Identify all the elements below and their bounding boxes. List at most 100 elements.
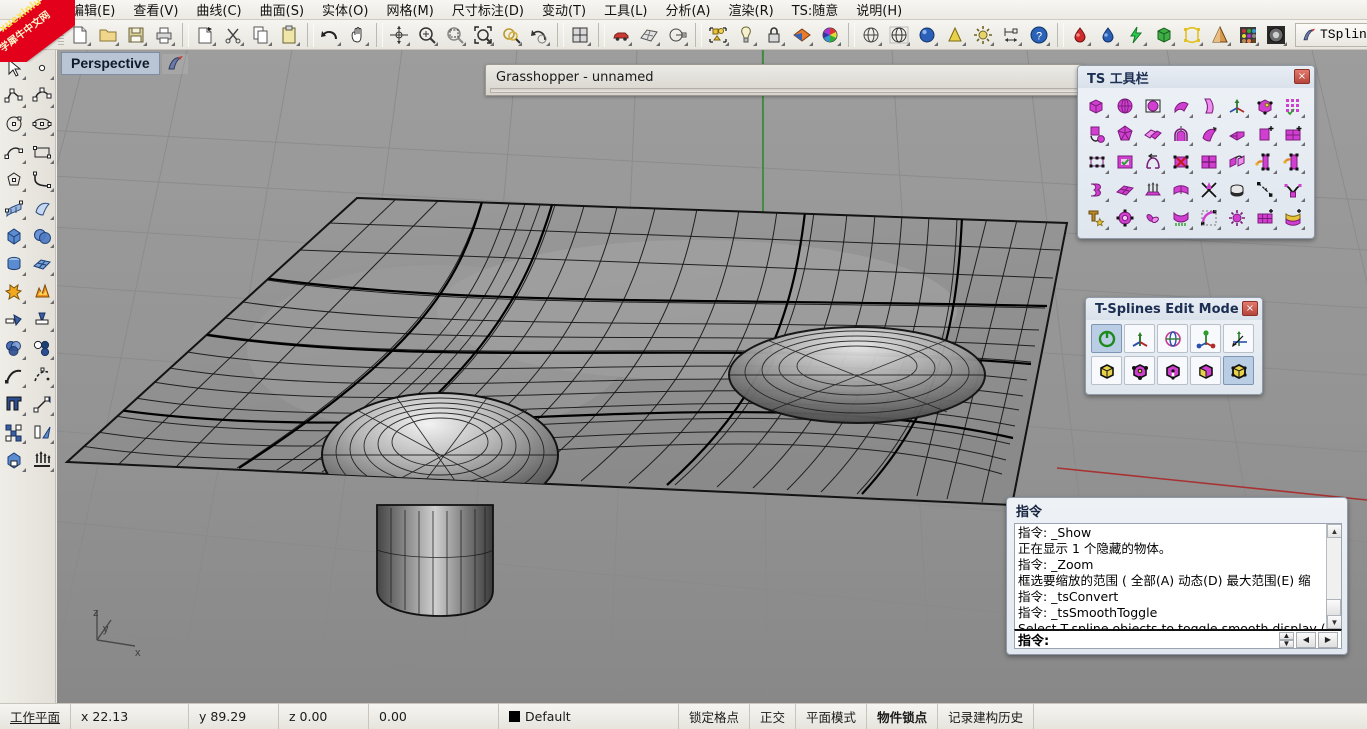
ts-convert-icon[interactable] bbox=[1083, 120, 1111, 148]
ts-sphere-manip-icon[interactable] bbox=[1157, 324, 1188, 353]
box-icon[interactable] bbox=[0, 222, 28, 250]
command-history[interactable]: 指令: _Show 正在显示 1 个隐藏的物体。 指令: _Zoom 框选要缩放的范围… bbox=[1014, 523, 1342, 630]
globe-grid-icon[interactable] bbox=[886, 22, 912, 48]
curve-blend-icon[interactable] bbox=[28, 166, 56, 194]
rectangle-icon[interactable] bbox=[28, 138, 56, 166]
menu-edit[interactable]: 编辑(E) bbox=[62, 0, 124, 20]
rhino-view-icon[interactable] bbox=[161, 53, 188, 74]
ts-fold-icon[interactable] bbox=[1223, 120, 1251, 148]
polygon-icon[interactable] bbox=[0, 166, 28, 194]
ts-toolbar-panel[interactable]: TS 工具栏 × bbox=[1077, 65, 1315, 239]
layer-color-icon[interactable] bbox=[789, 22, 815, 48]
select-objects-icon[interactable] bbox=[705, 22, 731, 48]
nav-next-icon[interactable]: ▶ bbox=[1318, 631, 1338, 648]
surface-cp-icon[interactable] bbox=[0, 194, 28, 222]
undo-view-icon[interactable] bbox=[526, 22, 552, 48]
spin-down-icon[interactable]: ▼ bbox=[1279, 639, 1294, 648]
toolbar-gripper[interactable] bbox=[58, 22, 64, 47]
pan-hand-icon[interactable] bbox=[345, 22, 371, 48]
ts-arch-icon[interactable] bbox=[1167, 120, 1195, 148]
status-history[interactable]: 记录建构历史 bbox=[938, 703, 1035, 729]
zoom-window-icon[interactable] bbox=[442, 22, 468, 48]
menu-transform[interactable]: 变动(T) bbox=[533, 0, 595, 20]
intersect-icon[interactable] bbox=[0, 334, 28, 362]
ts-gumball-axes-icon[interactable] bbox=[1124, 324, 1155, 353]
ts-dot-grid-icon[interactable] bbox=[1279, 92, 1307, 120]
ts-bridge-icon[interactable] bbox=[1139, 148, 1167, 176]
ts-add-section-icon[interactable] bbox=[1279, 204, 1307, 232]
blue-drop-icon[interactable] bbox=[1095, 22, 1121, 48]
ts-pull-icon[interactable] bbox=[1279, 176, 1307, 204]
ts-weld-right-icon[interactable] bbox=[1279, 148, 1307, 176]
ts-delete-points-icon[interactable] bbox=[1167, 148, 1195, 176]
ts-sweep-icon[interactable] bbox=[1195, 120, 1223, 148]
ts-box-object-icon[interactable] bbox=[1223, 356, 1254, 385]
surface-sweep-icon[interactable] bbox=[28, 194, 56, 222]
menu-dimension[interactable]: 尺寸标注(D) bbox=[443, 0, 533, 20]
ts-extrude-wall-icon[interactable] bbox=[1139, 176, 1167, 204]
ts-snap-icon[interactable] bbox=[1251, 176, 1279, 204]
menu-mesh[interactable]: 网格(M) bbox=[377, 0, 442, 20]
ts-thicken-icon[interactable] bbox=[1223, 148, 1251, 176]
split-icon[interactable] bbox=[28, 306, 56, 334]
ts-quad-icon[interactable] bbox=[1195, 148, 1223, 176]
ts-box-vertex-icon[interactable] bbox=[1124, 356, 1155, 385]
cylinder-icon[interactable] bbox=[0, 250, 28, 278]
ts-axis-icon[interactable] bbox=[1223, 92, 1251, 120]
zoom-extents-icon[interactable] bbox=[470, 22, 496, 48]
polyline-icon[interactable] bbox=[0, 82, 28, 110]
circle-icon[interactable] bbox=[0, 110, 28, 138]
ts-weld-left-icon[interactable] bbox=[1251, 148, 1279, 176]
new-file-icon[interactable] bbox=[67, 22, 93, 48]
lock-icon[interactable] bbox=[761, 22, 787, 48]
color-wheel-icon[interactable] bbox=[817, 22, 843, 48]
blue-sphere-icon[interactable] bbox=[914, 22, 940, 48]
ellipse-icon[interactable] bbox=[28, 110, 56, 138]
command-input-row[interactable]: 指令: ▲ ▼ ◀ ▶ bbox=[1014, 629, 1342, 649]
material-sphere-icon[interactable] bbox=[1263, 22, 1289, 48]
offset-icon[interactable] bbox=[28, 334, 56, 362]
ts-add-grid-icon[interactable] bbox=[1279, 120, 1307, 148]
rotate-view-icon[interactable] bbox=[386, 22, 412, 48]
status-cplane[interactable]: 工作平面 bbox=[0, 703, 72, 729]
ts-merge-icon[interactable] bbox=[1195, 176, 1223, 204]
ts-propeller-icon[interactable] bbox=[1139, 204, 1167, 232]
scroll-up-icon[interactable]: ▲ bbox=[1327, 524, 1341, 538]
yellow-frame-icon[interactable] bbox=[1179, 22, 1205, 48]
paste-icon[interactable] bbox=[276, 22, 302, 48]
text-icon[interactable] bbox=[0, 390, 28, 418]
light-bulb-icon[interactable] bbox=[733, 22, 759, 48]
command-input[interactable] bbox=[1049, 631, 1279, 648]
nav-prev-icon[interactable]: ◀ bbox=[1296, 631, 1316, 648]
explode-icon[interactable] bbox=[28, 278, 56, 306]
ts-sphere-cage-icon[interactable] bbox=[1111, 92, 1139, 120]
ts-box-in-cube-icon[interactable] bbox=[1139, 92, 1167, 120]
red-drop-icon[interactable] bbox=[1067, 22, 1093, 48]
ts-plate-icon[interactable] bbox=[1139, 120, 1167, 148]
menu-curve[interactable]: 曲线(C) bbox=[187, 0, 250, 20]
ts-move-axes-icon[interactable] bbox=[1223, 324, 1254, 353]
ts-cap-icon[interactable] bbox=[1223, 176, 1251, 204]
status-planar[interactable]: 平面模式 bbox=[796, 703, 868, 729]
ts-box-edge-icon[interactable] bbox=[1157, 356, 1188, 385]
ts-text-star-icon[interactable] bbox=[1083, 204, 1111, 232]
select-arrow-icon[interactable] bbox=[0, 54, 28, 82]
print-icon[interactable] bbox=[151, 22, 177, 48]
mesh-grid-icon[interactable] bbox=[636, 22, 662, 48]
cplane-icon[interactable] bbox=[0, 446, 28, 474]
status-grid-snap[interactable]: 锁定格点 bbox=[679, 703, 751, 729]
scale-icon[interactable] bbox=[28, 390, 56, 418]
save-icon[interactable] bbox=[123, 22, 149, 48]
point-icon[interactable] bbox=[28, 54, 56, 82]
yellow-cone-icon[interactable] bbox=[942, 22, 968, 48]
four-view-icon[interactable] bbox=[567, 22, 593, 48]
boolean-icon[interactable] bbox=[0, 278, 28, 306]
curve-interp-icon[interactable] bbox=[28, 82, 56, 110]
ts-shell-icon[interactable] bbox=[1167, 204, 1195, 232]
blend-curve-icon[interactable] bbox=[28, 362, 56, 390]
analysis-point-icon[interactable] bbox=[664, 22, 690, 48]
menu-ts[interactable]: TS:随意 bbox=[783, 0, 848, 20]
help-icon[interactable]: ? bbox=[1026, 22, 1052, 48]
green-box-icon[interactable] bbox=[1151, 22, 1177, 48]
undo-icon[interactable] bbox=[317, 22, 343, 48]
